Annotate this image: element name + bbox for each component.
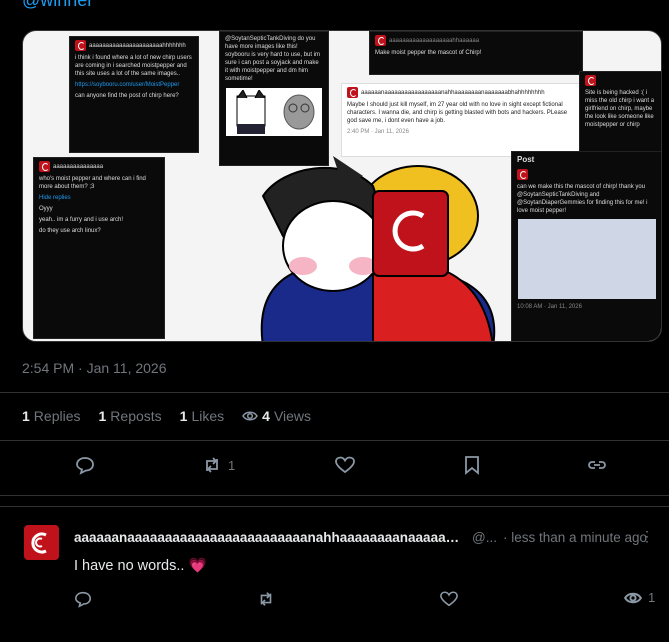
likes-stat[interactable]: 1 Likes xyxy=(180,408,224,424)
collage-screenshot-3: aaaaaaaaaaaaaaaaaaahhaaaaaa Make moist p… xyxy=(369,31,583,75)
shot-text: do they use arch linux? xyxy=(39,228,101,235)
reposts-label: Reposts xyxy=(110,408,162,424)
reply-icon xyxy=(74,591,92,608)
shot-name: aaaaaanaaaaaaaaaaaaaaaaanahhaaaaaaaanaaa… xyxy=(361,90,545,97)
debian-logo-icon xyxy=(31,532,47,554)
views-stat[interactable]: 4 Views xyxy=(242,408,311,424)
debian-avatar-icon xyxy=(75,40,86,51)
post-actions: 1 xyxy=(0,455,669,479)
divider xyxy=(0,392,669,393)
catgirl-image xyxy=(518,219,656,300)
divider xyxy=(0,506,669,507)
debian-avatar-icon xyxy=(585,75,596,86)
divider xyxy=(0,495,669,496)
repost-count: 1 xyxy=(228,457,236,473)
bookmark-icon xyxy=(465,456,479,475)
shot-text: Oyyy xyxy=(39,206,53,213)
reply-views-count: 1 xyxy=(648,590,656,605)
author-handle[interactable]: @winner xyxy=(22,0,93,11)
eye-icon xyxy=(242,411,259,421)
pink-heart-emoji: 💗 xyxy=(188,558,207,574)
reply-header: aaaaaanaaaaaaaaaaaaaaaaaaaaaaaanahhaaaaa… xyxy=(74,530,647,545)
reply-views-button[interactable]: 1 xyxy=(624,590,655,605)
shot-text: Site is being hacked :( i miss the old c… xyxy=(585,90,655,129)
heart-icon xyxy=(335,456,355,474)
views-label: Views xyxy=(273,408,312,424)
divider xyxy=(0,440,669,441)
replies-stat[interactable]: 1 Replies xyxy=(22,408,81,424)
debian-avatar-icon xyxy=(347,87,358,98)
more-options-icon[interactable]: ⋮ xyxy=(640,528,654,545)
post-timestamp[interactable]: 2:54 PM · Jan 11, 2026 xyxy=(22,360,167,376)
bookmark-button[interactable] xyxy=(462,455,482,475)
reply-author-handle[interactable]: @... xyxy=(472,530,497,545)
reply-author-name[interactable]: aaaaaanaaaaaaaaaaaaaaaaaaaaaaaanahhaaaaa… xyxy=(74,530,466,545)
soyjak-image xyxy=(226,87,322,136)
reply-text: I have no words.. 💗 xyxy=(74,557,207,574)
heart-icon xyxy=(440,591,458,607)
link-icon xyxy=(588,461,606,469)
collage-screenshot-4: aaaaaanaaaaaaaaaaaaaaaaanahhaaaaaaaanaaa… xyxy=(341,83,583,157)
repost-icon xyxy=(206,457,218,473)
reposts-count: 1 xyxy=(98,408,107,424)
debian-avatar-icon xyxy=(39,161,50,172)
post-image[interactable]: aaaaaaaaaaaaaaaaaaaaaahhhhhhh i think i … xyxy=(22,30,662,342)
collage-screenshot-1: aaaaaaaaaaaaaaaaaaaaaahhhhhhh i think i … xyxy=(69,36,199,153)
collage-screenshot-5: aaaaaaaaaaaaaaa who's moist pepper and w… xyxy=(33,157,165,339)
like-button[interactable] xyxy=(335,455,355,475)
reply-like-button[interactable] xyxy=(440,590,458,608)
reply-icon xyxy=(76,457,94,475)
share-link-button[interactable] xyxy=(587,455,607,475)
shot-text: i think i found where a lot of new chirp… xyxy=(75,55,192,78)
shot-date: 2:40 PM · Jan 11, 2026 xyxy=(347,129,409,136)
soyjak-face-icon xyxy=(283,94,314,130)
reply-repost-button[interactable] xyxy=(257,590,275,608)
reply-avatar[interactable] xyxy=(24,525,59,560)
replies-count: 1 xyxy=(22,408,30,424)
reply-actions: 1 xyxy=(0,590,669,612)
reply-body: I have no words.. xyxy=(74,558,185,574)
hug-drawing-icon xyxy=(260,156,496,341)
likes-count: 1 xyxy=(179,408,188,424)
collage-screenshot-2: @SoytanSepticTankDiving do you have more… xyxy=(219,31,329,166)
reply-time[interactable]: · less than a minute ago xyxy=(503,530,647,545)
post-stats: 1 Replies 1 Reposts 1 Likes 4 Views xyxy=(22,408,311,424)
collage-screenshot-6: Post can we make this the mascot of chir… xyxy=(511,151,661,341)
shot-name: aaaaaaaaaaaaaaaaaaaaaahhhhhhh xyxy=(89,43,186,50)
views-count: 4 xyxy=(262,408,270,424)
replies-label: Replies xyxy=(33,408,81,424)
shot-text: yeah.. im a furry and i use arch! xyxy=(39,217,124,224)
collage-screenshot-7: Site is being hacked :( i miss the old c… xyxy=(579,71,661,153)
shot-date: 10:08 AM · Jan 11, 2026 xyxy=(517,304,582,311)
repost-icon xyxy=(260,592,272,606)
shot-title: Post xyxy=(517,155,535,164)
shot-text: Maybe I should just kill myself, im 27 y… xyxy=(347,102,568,125)
repost-button[interactable]: 1 xyxy=(202,455,235,475)
reposts-stat[interactable]: 1 Reposts xyxy=(99,408,162,424)
shot-text: can anyone find the post of chirp here? xyxy=(75,93,179,100)
shot-text: @SoytanSepticTankDiving do you have more… xyxy=(225,36,321,83)
reply-button[interactable] xyxy=(75,455,95,475)
shot-text: can we make this the mascot of chirp! th… xyxy=(517,183,648,215)
reply-reply-button[interactable] xyxy=(74,590,92,608)
shot-text: Hide replies xyxy=(39,195,71,202)
likes-label: Likes xyxy=(191,408,225,424)
shot-text: Make moist pepper the mascot of Chirp! xyxy=(375,50,482,56)
shot-text: who's moist pepper and where can i find … xyxy=(39,176,146,191)
eye-icon xyxy=(624,592,642,603)
catgirl-drawing-icon xyxy=(236,89,265,134)
shot-link: https://soybooru.com/user/MoistPepper xyxy=(75,82,180,89)
debian-avatar-icon xyxy=(375,35,386,46)
